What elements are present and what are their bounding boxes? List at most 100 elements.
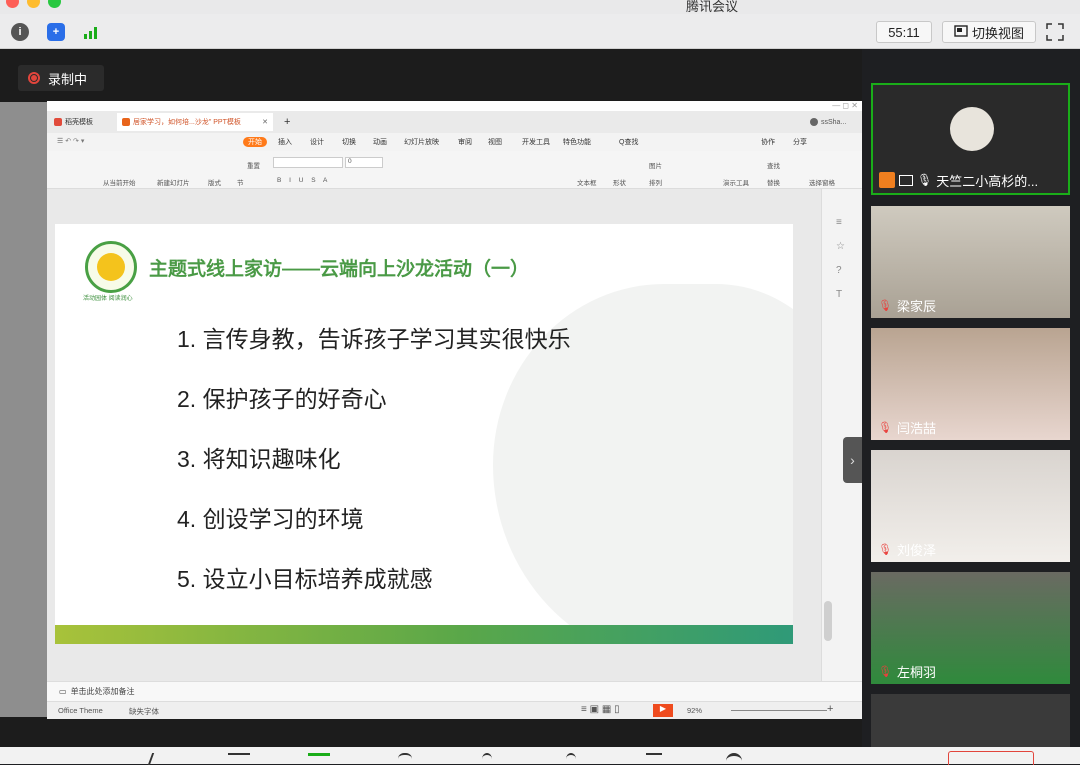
switch-view-button[interactable]: 切换视图: [942, 21, 1036, 43]
mic-muted-icon: 🎙: [878, 543, 892, 556]
new-tab-button[interactable]: +: [279, 113, 295, 131]
notes-bar[interactable]: ▭ 单击此处添加备注: [47, 681, 862, 701]
slide-editing-area: 活动园体 阅读润心 主题式线上家访——云端向上沙龙活动（一） 1. 言传身教，告…: [47, 189, 862, 681]
security-icon[interactable]: [398, 753, 412, 765]
participant-name: 闫浩喆: [897, 420, 937, 436]
end-meeting-button[interactable]: [948, 751, 1034, 765]
ribbon-textbox[interactable]: 文本框: [577, 177, 597, 187]
participant-video-tile[interactable]: 🎙 刘俊泽: [871, 450, 1070, 562]
menu-features[interactable]: 特色功能: [563, 137, 591, 147]
security-shield-icon[interactable]: +: [47, 23, 65, 41]
menu-search[interactable]: Q查找: [619, 137, 638, 147]
school-logo: [85, 241, 137, 293]
participant-name: 天竺二小高杉的...: [936, 173, 1039, 189]
ribbon-play-from-current[interactable]: 从当前开始: [103, 177, 136, 187]
format-buttons: B I U S A: [277, 177, 331, 184]
missing-font-button[interactable]: 缺失字体: [129, 706, 159, 717]
ribbon-shape[interactable]: 形状: [613, 177, 626, 187]
menu-slideshow[interactable]: 幻灯片放映: [404, 137, 439, 147]
settings-icon[interactable]: [726, 753, 742, 765]
participant-video-tile[interactable]: 🎙 梁家辰: [871, 206, 1070, 318]
wps-window-controls: — ◻ ✕: [832, 101, 858, 110]
participant-name: 刘俊泽: [897, 542, 937, 558]
recording-label: 录制中: [48, 71, 88, 87]
close-tab-icon[interactable]: ✕: [262, 118, 268, 126]
ribbon-presentation-tools[interactable]: 演示工具: [723, 177, 749, 187]
ribbon-layout[interactable]: 版式: [208, 177, 221, 187]
participant-label: 🎙 梁家辰: [877, 296, 936, 314]
screen-share-icon: [899, 174, 913, 186]
view-mode-icons[interactable]: ≡ ▣ ▦ ▯: [581, 704, 620, 715]
close-window-button[interactable]: [6, 0, 19, 8]
record-icon: [28, 72, 40, 84]
menu-animation[interactable]: 动画: [373, 137, 387, 147]
list-item: 3. 将知识趣味化: [177, 446, 341, 472]
mute-icon[interactable]: [147, 753, 175, 765]
font-family-box[interactable]: [273, 157, 343, 168]
record-button-icon[interactable]: [646, 753, 662, 765]
wps-status-bar: Office Theme 缺失字体 ≡ ▣ ▦ ▯ ▶ 92% +: [47, 701, 862, 719]
zoom-slider[interactable]: [731, 710, 827, 711]
theme-name: Office Theme: [58, 706, 103, 715]
chevron-right-icon[interactable]: ›: [843, 437, 862, 483]
ribbon-arrange[interactable]: 排列: [649, 177, 662, 187]
mic-on-icon: 🎙: [917, 173, 933, 187]
slide[interactable]: 活动园体 阅读润心 主题式线上家访——云端向上沙龙活动（一） 1. 言传身教，告…: [55, 224, 793, 644]
daoke-icon: [54, 118, 62, 126]
participant-video-tile[interactable]: [871, 694, 1070, 747]
ribbon-selection-pane[interactable]: 选择窗格: [809, 177, 835, 187]
minimize-window-button[interactable]: [27, 0, 40, 8]
participant-label: 🎙 闫浩喆: [877, 418, 936, 436]
meeting-timer: 55:11: [876, 21, 932, 43]
menu-share[interactable]: 分享: [793, 137, 807, 147]
avatar: [950, 107, 994, 151]
ribbon-find[interactable]: 查找: [767, 160, 780, 170]
ribbon-replace[interactable]: 替换: [767, 177, 780, 187]
slide-item-list: 1. 言传身教，告诉孩子学习其实很快乐 2. 保护孩子的好奇心 3. 将知识趣味…: [177, 320, 571, 620]
camera-icon[interactable]: [228, 753, 250, 765]
mic-muted-icon: 🎙: [878, 421, 892, 434]
wps-ribbon-menu: ☰ ↶ ↷ ▾ 开始 插入 设计 切换 动画 幻灯片放映 审阅 视图 开发工具 …: [47, 133, 862, 151]
recording-indicator[interactable]: 录制中: [18, 65, 104, 91]
network-signal-icon[interactable]: [83, 24, 101, 40]
slide-footer-bar: [55, 625, 793, 644]
mic-muted-icon: 🎙: [878, 299, 892, 312]
mic-muted-icon: 🎙: [878, 665, 892, 678]
menu-transition[interactable]: 切换: [342, 137, 356, 147]
info-icon[interactable]: i: [11, 23, 29, 41]
menu-review[interactable]: 审阅: [458, 137, 472, 147]
menu-insert[interactable]: 插入: [278, 137, 292, 147]
ribbon-reset[interactable]: 重置: [247, 160, 260, 170]
participant-video-tile[interactable]: 🎙 闫浩喆: [871, 328, 1070, 440]
menu-view[interactable]: 视图: [488, 137, 502, 147]
participants-icon[interactable]: [482, 753, 492, 765]
participant-video-tile[interactable]: 🎙 天竺二小高杉的...: [871, 83, 1070, 195]
tab-ppt-file[interactable]: 居家学习，如何培...沙龙" PPT模板 ✕: [117, 113, 273, 131]
slideshow-play-button[interactable]: ▶: [653, 704, 673, 717]
wps-presentation-window: — ◻ ✕ 稻壳模板 居家学习，如何培...沙龙" PPT模板 ✕ + ssSh…: [47, 101, 862, 719]
menu-start[interactable]: 开始: [243, 137, 267, 147]
participant-name: 左桐羽: [897, 664, 937, 680]
maximize-window-button[interactable]: [48, 0, 61, 8]
share-screen-icon[interactable]: [308, 753, 330, 765]
shared-desktop-strip: [0, 102, 47, 717]
tab-ppt-file-label: 居家学习，如何培...沙龙" PPT模板: [133, 119, 241, 126]
menu-developer[interactable]: 开发工具: [522, 137, 550, 147]
fullscreen-icon[interactable]: [1046, 23, 1064, 41]
ribbon-new-slide[interactable]: 新建幻灯片: [157, 177, 190, 187]
chat-icon[interactable]: [566, 753, 576, 765]
tab-daoke[interactable]: 稻壳模板: [49, 113, 98, 131]
side-panel-icons[interactable]: ≡ ☆? T: [836, 211, 845, 307]
participant-label: 🎙 左桐羽: [877, 662, 936, 680]
zoom-in-icon[interactable]: +: [827, 703, 833, 715]
menu-design[interactable]: 设计: [310, 137, 324, 147]
zoom-level[interactable]: 92%: [687, 706, 702, 715]
ribbon-picture[interactable]: 图片: [649, 160, 662, 170]
wps-user[interactable]: ssSha...: [805, 113, 851, 131]
host-icon: [879, 172, 895, 188]
participant-video-tile[interactable]: 🎙 左桐羽: [871, 572, 1070, 684]
ribbon-section[interactable]: 节: [237, 177, 244, 187]
vertical-scrollbar[interactable]: [824, 601, 832, 641]
menu-collab[interactable]: 协作: [761, 137, 775, 147]
font-size-box[interactable]: 0: [345, 157, 383, 168]
